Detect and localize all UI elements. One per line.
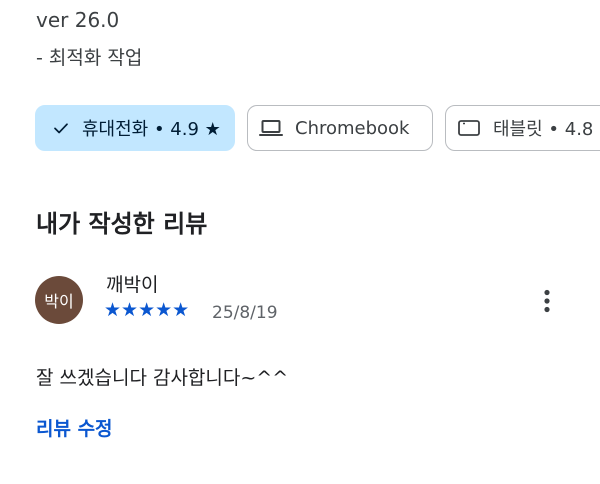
chip-phone-label: 휴대전화 • 4.9 ★ [82, 119, 221, 140]
chip-phone[interactable]: 휴대전화 • 4.9 ★ [35, 105, 235, 151]
app-details-page: ver 26.0 - 최적화 작업 휴대전화 • 4.9 ★ Chromeboo… [0, 0, 600, 484]
review-date: 25/8/19 [212, 303, 278, 323]
chip-tablet-label: 태블릿 • 4.8 ★ [493, 119, 600, 140]
device-chip-row: 휴대전화 • 4.9 ★ Chromebook 태블릿 • 4.8 ★ [35, 105, 600, 153]
chip-chromebook-label: Chromebook [295, 117, 410, 139]
star-rating: ★★★★★ [104, 299, 190, 321]
chip-tablet[interactable]: 태블릿 • 4.8 ★ [445, 105, 600, 151]
reviewer-name: 깨박이 [106, 274, 159, 296]
chip-chromebook[interactable]: Chromebook [247, 105, 433, 151]
release-notes: - 최적화 작업 [36, 47, 143, 69]
check-icon [52, 119, 70, 137]
app-version: ver 26.0 [36, 8, 120, 32]
avatar-initials: 박이 [44, 292, 74, 311]
more-options-button[interactable] [533, 284, 561, 318]
laptop-icon [259, 118, 283, 138]
edit-review-link[interactable]: 리뷰 수정 [36, 414, 113, 441]
tablet-icon [457, 118, 481, 138]
review-text: 잘 쓰겠습니다 감사합니다~^^ [36, 367, 289, 389]
more-vert-icon [544, 289, 550, 313]
avatar: 박이 [35, 276, 83, 324]
my-review-heading: 내가 작성한 리뷰 [36, 210, 208, 238]
